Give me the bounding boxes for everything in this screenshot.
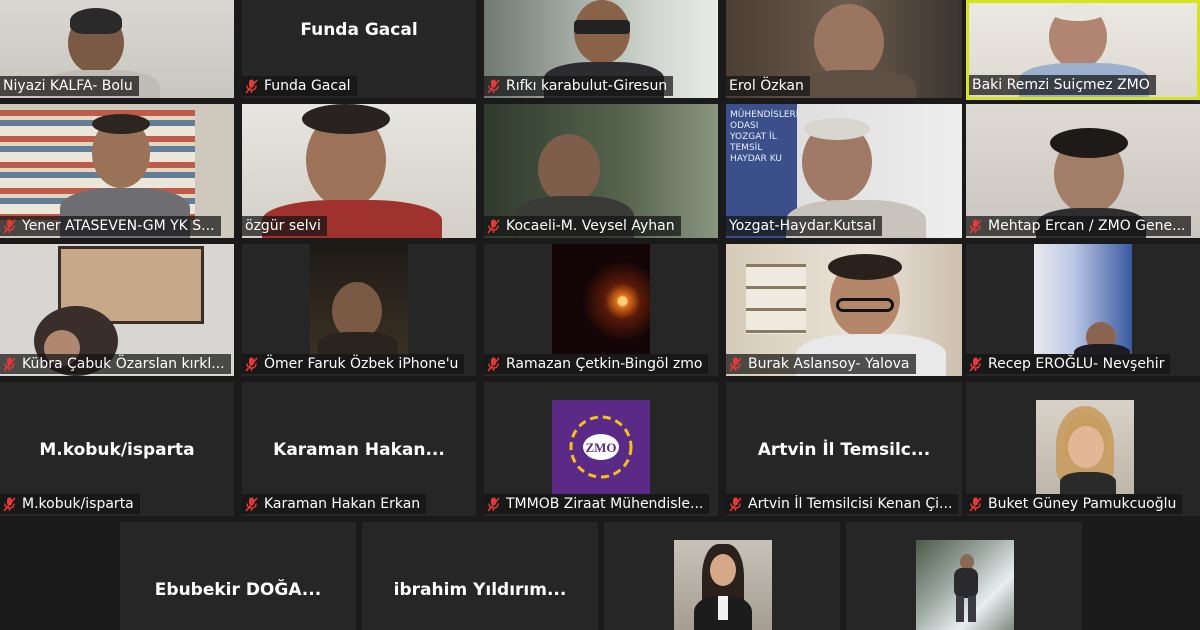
- mic-muted-icon: [245, 357, 258, 372]
- participant-display-name: ibrahim Yıldırım...: [393, 580, 567, 600]
- participant-display-name: M.kobuk/isparta: [39, 440, 195, 460]
- zmo-logo: ZMO: [552, 400, 650, 494]
- participant-profile-photo: [1036, 400, 1134, 494]
- participant-profile-photo: [916, 540, 1014, 630]
- participant-name-label: Karaman Hakan Erkan: [242, 494, 427, 514]
- participant-name-label: Kübra Çabuk Özarslan kırkl...: [0, 354, 231, 374]
- participant-tile[interactable]: Funda Gacal Funda Gacal: [242, 0, 476, 98]
- participant-tile[interactable]: Recep EROĞLU- Nevşehir: [966, 244, 1200, 376]
- mic-muted-icon: [487, 79, 500, 94]
- mic-muted-icon: [969, 497, 982, 512]
- participant-tile[interactable]: Erol Özkan: [726, 0, 962, 98]
- participant-tile[interactable]: ZMO TMMOB Ziraat Mühendisle...: [484, 382, 718, 516]
- mic-muted-icon: [729, 497, 742, 512]
- participant-name-label: Burak Aslansoy- Yalova: [726, 354, 916, 374]
- participant-name-label: Niyazi KALFA- Bolu: [0, 76, 139, 96]
- participant-tile[interactable]: Kübra Çabuk Özarslan kırkl...: [0, 244, 234, 376]
- participant-name-label: Rıfkı karabulut-Giresun: [484, 76, 674, 96]
- background-banner-text: MÜHENDİSLERİ ODASI YOZGAT İL TEMSİL HAYD…: [730, 110, 799, 164]
- participant-tile[interactable]: Kocaeli-M. Veysel Ayhan: [484, 104, 718, 238]
- mic-muted-icon: [729, 357, 742, 372]
- participant-display-name: Karaman Hakan...: [273, 440, 445, 460]
- participant-tile[interactable]: Ömer Faruk Özbek iPhone'u: [242, 244, 476, 376]
- participant-name-label: Buket Güney Pamukcuoğlu: [966, 494, 1183, 514]
- participant-tile-active-speaker[interactable]: Baki Remzi Suiçmez ZMO: [966, 0, 1200, 100]
- participant-grid: Niyazi KALFA- Bolu Funda Gacal Funda Gac…: [0, 0, 1200, 630]
- participant-name-label: Recep EROĞLU- Nevşehir: [966, 354, 1171, 374]
- participant-name-label: Ramazan Çetkin-Bingöl zmo: [484, 354, 709, 374]
- participant-name-label: Funda Gacal: [242, 76, 357, 96]
- mic-muted-icon: [3, 497, 16, 512]
- participant-name-label: Kocaeli-M. Veysel Ayhan: [484, 216, 681, 236]
- participant-tile[interactable]: Artvin İl Temsilc... Artvin İl Temsilcis…: [726, 382, 962, 516]
- participant-name-label: Mehtap Ercan / ZMO Gene...: [966, 216, 1192, 236]
- mic-muted-icon: [969, 357, 982, 372]
- participant-tile[interactable]: ibrahim Yıldırım...: [362, 522, 598, 630]
- participant-name-label: TMMOB Ziraat Mühendisle...: [484, 494, 710, 514]
- mic-muted-icon: [245, 497, 258, 512]
- mic-muted-icon: [487, 219, 500, 234]
- participant-name-label: Yener ATASEVEN-GM YK S...: [0, 216, 221, 236]
- mic-muted-icon: [969, 219, 982, 234]
- participant-display-name: Funda Gacal: [300, 20, 418, 40]
- participant-name-label: Erol Özkan: [726, 76, 810, 96]
- participant-name-label: özgür selvi: [242, 216, 327, 236]
- participant-tile[interactable]: Mehtap Ercan / ZMO Gene...: [966, 104, 1200, 238]
- participant-tile[interactable]: Ramazan Çetkin-Bingöl zmo: [484, 244, 718, 376]
- participant-tile[interactable]: [604, 522, 840, 630]
- participant-tile[interactable]: Burak Aslansoy- Yalova: [726, 244, 962, 376]
- mic-muted-icon: [487, 357, 500, 372]
- participant-name-label: M.kobuk/isparta: [0, 494, 140, 514]
- participant-tile[interactable]: Yener ATASEVEN-GM YK S...: [0, 104, 234, 238]
- participant-name-label: Baki Remzi Suiçmez ZMO: [969, 75, 1156, 95]
- mic-muted-icon: [3, 219, 16, 234]
- participant-tile[interactable]: M.kobuk/isparta M.kobuk/isparta: [0, 382, 234, 516]
- participant-display-name: Ebubekir DOĞA...: [154, 580, 322, 600]
- participant-name-label: Ömer Faruk Özbek iPhone'u: [242, 354, 465, 374]
- zmo-logo-text: ZMO: [585, 440, 616, 455]
- participant-tile[interactable]: Rıfkı karabulut-Giresun: [484, 0, 718, 98]
- participant-tile[interactable]: MÜHENDİSLERİ ODASI YOZGAT İL TEMSİL HAYD…: [726, 104, 962, 238]
- participant-name-label: Yozgat-Haydar.Kutsal: [726, 216, 882, 236]
- participant-tile[interactable]: Niyazi KALFA- Bolu: [0, 0, 234, 98]
- participant-display-name: Artvin İl Temsilc...: [757, 440, 931, 460]
- participant-tile[interactable]: Karaman Hakan... Karaman Hakan Erkan: [242, 382, 476, 516]
- mic-muted-icon: [245, 79, 258, 94]
- participant-tile[interactable]: Ebubekir DOĞA...: [120, 522, 356, 630]
- participant-tile[interactable]: [846, 522, 1082, 630]
- participant-name-label: Artvin İl Temsilcisi Kenan Çi...: [726, 494, 959, 514]
- participant-tile[interactable]: özgür selvi: [242, 104, 476, 238]
- participant-profile-photo: [674, 540, 772, 630]
- participant-tile[interactable]: Buket Güney Pamukcuoğlu: [966, 382, 1200, 516]
- mic-muted-icon: [3, 357, 16, 372]
- mic-muted-icon: [487, 497, 500, 512]
